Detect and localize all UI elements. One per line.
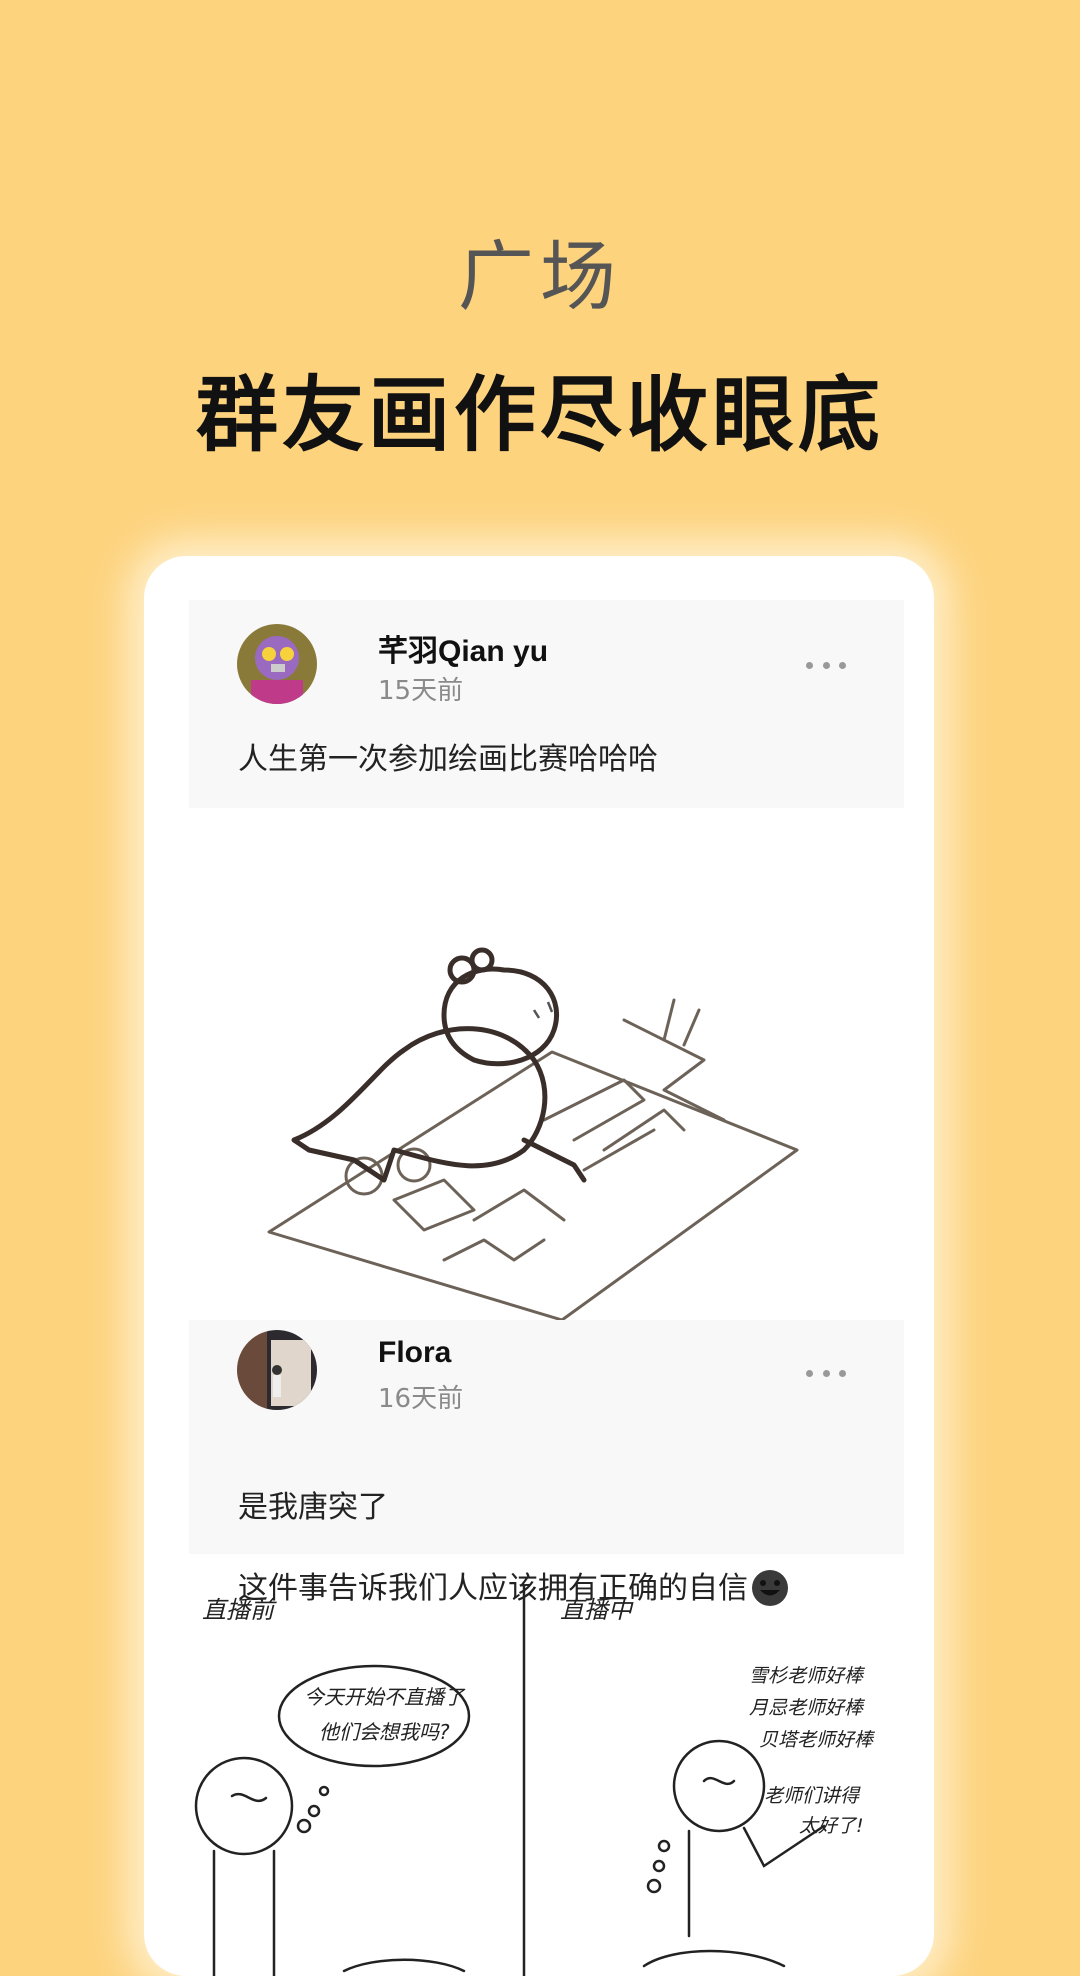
post-time: 16天前 — [378, 1384, 464, 1414]
phone-screen: 芊羽Qian yu 15天前 人生第一次参加绘画比赛哈哈哈 Flora 16天前… — [144, 556, 934, 1976]
post-artwork[interactable]: 直播前 直播中 今天开始不直播了 他们会想我吗? 雪杉老师好棒 月忌老师好棒 贝… — [144, 1566, 934, 1976]
post-header: Flora 16天前 是我唐突了 这件事告诉我们人应该拥有正确的自信 — [189, 1320, 904, 1606]
comic-caption-right: 直播中 — [560, 1596, 632, 1624]
username[interactable]: 芊羽Qian yu — [378, 626, 548, 670]
avatar-image — [237, 1330, 317, 1410]
page-subheading: 群友画作尽收眼底 — [195, 368, 884, 463]
post-text: 人生第一次参加绘画比赛哈哈哈 — [238, 742, 658, 777]
comic-text: 老师们讲得 — [764, 1785, 860, 1807]
comic-text: 月忌老师好棒 — [749, 1697, 864, 1719]
comic-drawing — [194, 1584, 826, 1976]
page-heading: 广场 — [458, 232, 622, 321]
post-header: 芊羽Qian yu 15天前 人生第一次参加绘画比赛哈哈哈 — [189, 600, 904, 808]
avatar[interactable] — [237, 624, 317, 704]
more-dots-icon[interactable] — [806, 1358, 846, 1388]
avatar[interactable] — [237, 1330, 317, 1410]
comic-text: 贝塔老师好棒 — [759, 1729, 874, 1751]
more-dots-icon[interactable] — [806, 650, 846, 680]
dark-grinning-face-emoji — [750, 1528, 790, 1606]
comic-bubble-line: 今天开始不直播了 — [304, 1685, 464, 1709]
comic-bubble-line: 他们会想我吗? — [319, 1720, 450, 1744]
comic-text: 太好了! — [799, 1815, 864, 1837]
post-artwork[interactable] — [144, 820, 934, 1320]
comic-text: 雪杉老师好棒 — [749, 1665, 864, 1687]
avatar-image — [237, 624, 317, 704]
comic-caption-left: 直播前 — [202, 1596, 274, 1624]
post-time: 15天前 — [378, 676, 464, 706]
username[interactable]: Flora — [378, 1336, 451, 1370]
